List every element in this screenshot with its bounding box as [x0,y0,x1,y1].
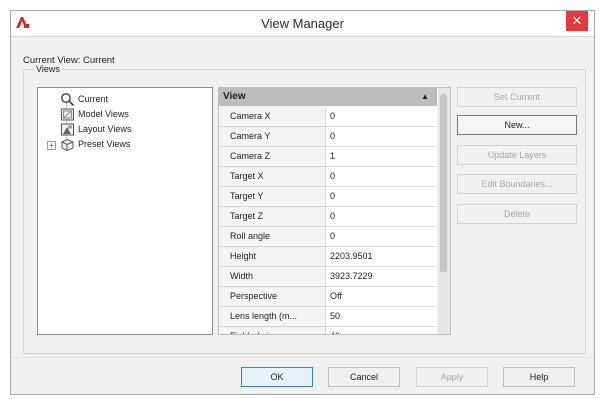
collapse-arrow-icon[interactable]: ▲ [421,88,429,106]
property-name: Camera X [230,107,326,126]
category-label: View [223,91,246,102]
property-value[interactable]: 50 [326,307,437,326]
preset-views-icon [60,137,75,152]
property-row[interactable]: Camera Z1 [219,147,437,167]
property-row[interactable]: Perspective Off [219,287,437,307]
property-value[interactable]: 0 [326,127,437,146]
property-value[interactable]: 0 [326,227,437,246]
property-value[interactable]: 0 [326,107,437,126]
property-value[interactable]: 0 [326,167,437,186]
property-name: Lens length (m... [230,307,326,326]
current-view-icon [60,92,75,107]
properties-scrollbar[interactable] [438,88,450,334]
property-name: Height [230,247,326,266]
view-manager-dialog: View Manager ✕ Current View: Current Vie… [10,10,595,395]
property-value[interactable]: Off [326,287,437,306]
ok-button[interactable]: OK [241,367,313,387]
property-rows: Camera X0 Camera Y0 Camera Z1 Target X0 … [219,107,437,334]
property-row[interactable]: Height 2203.9501 [219,247,437,267]
tree-item-label: Preset Views [78,139,131,149]
property-row[interactable]: Camera Y0 [219,127,437,147]
property-name: Width [230,267,326,286]
window-title: View Manager [261,16,344,31]
property-row[interactable]: Roll angle 0 [219,227,437,247]
property-value[interactable]: 3923.7229 [326,267,437,286]
edit-boundaries-button[interactable]: Edit Boundaries... [457,174,577,194]
property-value[interactable]: 1 [326,147,437,166]
properties-category-header[interactable]: View ▲ [219,88,437,106]
property-name: Target X [230,167,326,186]
property-value[interactable]: 0 [326,207,437,226]
title-bar: View Manager ✕ [11,11,594,37]
views-group-label: Views [34,64,62,74]
property-row[interactable]: Field of view40 [219,327,437,334]
cancel-button[interactable]: Cancel [328,367,400,387]
apply-button[interactable]: Apply [416,367,488,387]
views-group: Views Current Model Views Layout Views +… [23,64,586,354]
property-name: Field of view [230,327,326,334]
properties-grid: View ▲ Camera X0 Camera Y0 Camera Z1 Tar… [218,87,451,335]
property-row[interactable]: Lens length (m... 50 [219,307,437,327]
tree-item-label: Layout Views [78,124,132,134]
footer-separator [11,357,594,358]
property-row[interactable]: Target X0 [219,167,437,187]
tree-item-label: Model Views [78,109,129,119]
property-name: Camera Z [230,147,326,166]
new-view-button[interactable]: New... [457,115,577,135]
expand-toggle[interactable]: + [47,141,56,150]
property-value[interactable]: 0 [326,187,437,206]
model-views-icon [60,107,75,122]
scrollbar-thumb[interactable] [440,94,447,272]
property-value[interactable]: 40 [326,327,437,334]
close-button[interactable]: ✕ [566,11,588,31]
views-tree[interactable]: Current Model Views Layout Views + Prese… [37,87,213,335]
property-name: Roll angle [230,227,326,246]
property-name: Camera Y [230,127,326,146]
property-row[interactable]: Camera X0 [219,107,437,127]
delete-button[interactable]: Delete [457,204,577,224]
layout-views-icon [60,122,75,137]
property-row[interactable]: Target Z0 [219,207,437,227]
help-button[interactable]: Help [503,367,575,387]
property-name: Perspective [230,287,326,306]
property-name: Target Y [230,187,326,206]
update-layers-button[interactable]: Update Layers [457,145,577,165]
property-name: Target Z [230,207,326,226]
tree-item-label: Current [78,94,109,104]
set-current-button[interactable]: Set Current [457,87,577,107]
property-row[interactable]: Target Y0 [219,187,437,207]
property-value[interactable]: 2203.9501 [326,247,437,266]
property-row[interactable]: Width 3923.7229 [219,267,437,287]
